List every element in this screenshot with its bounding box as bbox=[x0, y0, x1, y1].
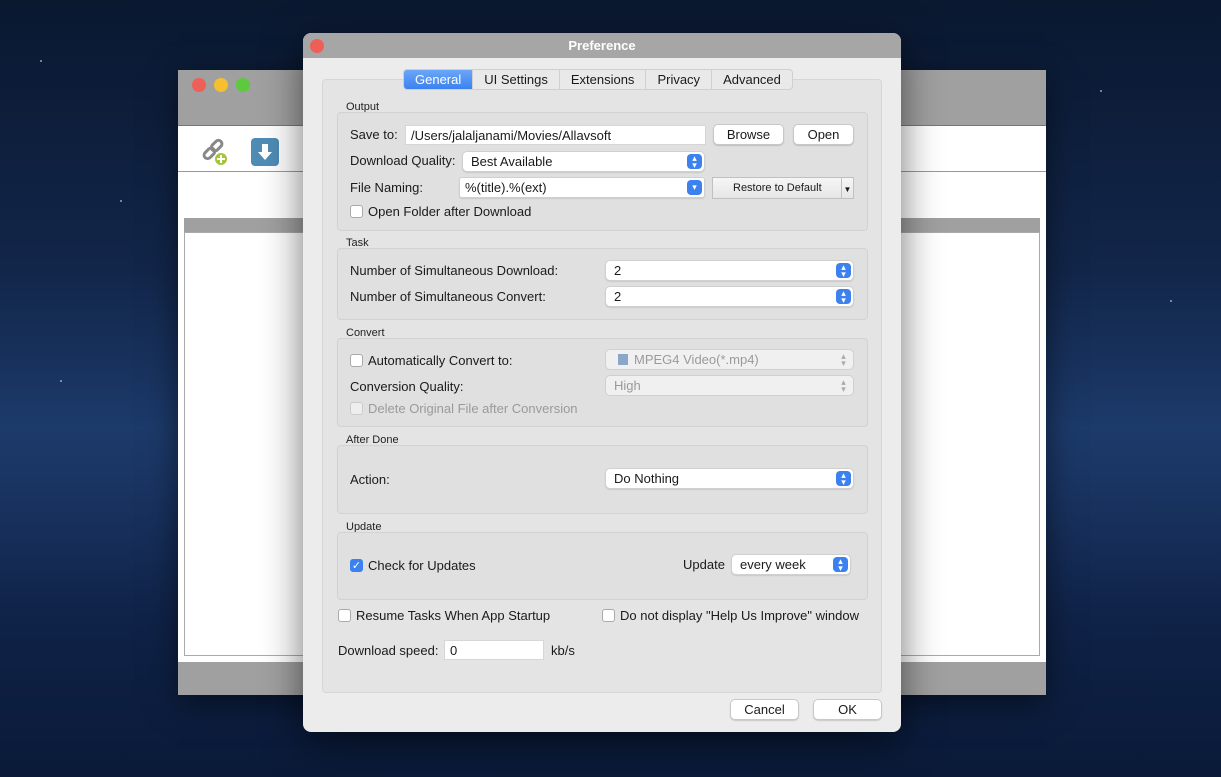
file-naming-combobox[interactable]: %(title).%(ext) ▾ bbox=[459, 177, 705, 198]
browse-button[interactable]: Browse bbox=[713, 124, 784, 145]
update-frequency-value: every week bbox=[740, 557, 806, 572]
sim-convert-label: Number of Simultaneous Convert: bbox=[350, 289, 546, 304]
check-updates-checkbox[interactable]: ✓ bbox=[350, 559, 363, 572]
tab-ui-settings[interactable]: UI Settings bbox=[473, 70, 560, 89]
restore-default-label: Restore to Default bbox=[733, 182, 822, 194]
star bbox=[120, 200, 122, 202]
conversion-quality-select[interactable]: High ▴ ▾ bbox=[605, 375, 854, 396]
dialog-title: Preference bbox=[303, 33, 901, 58]
download-icon[interactable] bbox=[251, 138, 279, 166]
updown-chevron-icon: ▴ ▾ bbox=[836, 289, 851, 305]
star bbox=[60, 380, 62, 382]
help-improve-checkbox[interactable] bbox=[602, 609, 615, 622]
open-folder-label: Open Folder after Download bbox=[368, 204, 532, 219]
sim-convert-select[interactable]: 2 ▴ ▾ bbox=[605, 286, 854, 307]
download-quality-label: Download Quality: bbox=[350, 153, 456, 168]
resume-tasks-label: Resume Tasks When App Startup bbox=[356, 608, 551, 623]
help-improve-row[interactable]: Do not display "Help Us Improve" window bbox=[602, 608, 859, 623]
update-frequency-label: Update bbox=[683, 557, 725, 572]
add-link-icon[interactable] bbox=[200, 138, 230, 166]
help-improve-label: Do not display "Help Us Improve" window bbox=[620, 608, 859, 623]
action-value: Do Nothing bbox=[614, 471, 680, 486]
updown-chevron-icon: ▴ ▾ bbox=[836, 471, 851, 487]
download-speed-label: Download speed: bbox=[338, 643, 439, 658]
close-dialog-button[interactable] bbox=[310, 39, 324, 53]
updown-chevron-icon: ▴ ▾ bbox=[836, 263, 851, 279]
convert-format-select[interactable]: MPEG4 Video(*.mp4) ▴ ▾ bbox=[605, 349, 854, 370]
star bbox=[1170, 300, 1172, 302]
tab-bar: General UI Settings Extensions Privacy A… bbox=[403, 69, 793, 90]
save-to-input[interactable]: /Users/jalaljanami/Movies/Allavsoft bbox=[405, 125, 706, 145]
conversion-quality-value: High bbox=[614, 378, 641, 393]
download-speed-input[interactable]: 0 bbox=[444, 640, 544, 660]
video-file-icon bbox=[618, 354, 628, 365]
updown-chevron-icon: ▴ ▾ bbox=[833, 557, 848, 573]
file-naming-value: %(title).%(ext) bbox=[465, 180, 547, 195]
tab-privacy[interactable]: Privacy bbox=[646, 70, 713, 89]
tab-advanced[interactable]: Advanced bbox=[712, 70, 792, 89]
convert-format-value: MPEG4 Video(*.mp4) bbox=[634, 352, 759, 367]
restore-default-button[interactable]: Restore to Default ▼ bbox=[712, 177, 854, 199]
download-quality-select[interactable]: Best Available ▴ ▾ bbox=[462, 151, 705, 172]
preference-dialog: Preference General UI Settings Extension… bbox=[303, 33, 901, 732]
task-group bbox=[337, 248, 868, 320]
open-button[interactable]: Open bbox=[793, 124, 854, 145]
sim-convert-value: 2 bbox=[614, 289, 622, 304]
file-naming-label: File Naming: bbox=[350, 180, 423, 195]
conversion-quality-label: Conversion Quality: bbox=[350, 379, 464, 394]
auto-convert-checkbox[interactable] bbox=[350, 354, 363, 367]
updown-chevron-icon: ▴ ▾ bbox=[687, 154, 702, 170]
action-label: Action: bbox=[350, 472, 390, 487]
open-folder-checkbox-row[interactable]: Open Folder after Download bbox=[350, 204, 531, 219]
cancel-button[interactable]: Cancel bbox=[730, 699, 799, 720]
download-quality-value: Best Available bbox=[471, 154, 553, 169]
auto-convert-label: Automatically Convert to: bbox=[368, 353, 513, 368]
delete-original-checkbox[interactable] bbox=[350, 402, 363, 415]
chevron-down-icon: ▾ bbox=[687, 180, 702, 195]
resume-tasks-checkbox[interactable] bbox=[338, 609, 351, 622]
check-updates-label: Check for Updates bbox=[368, 558, 476, 573]
tab-general[interactable]: General bbox=[404, 70, 474, 89]
dropdown-arrow-icon[interactable]: ▼ bbox=[841, 178, 853, 198]
resume-tasks-row[interactable]: Resume Tasks When App Startup bbox=[338, 608, 550, 623]
update-frequency-select[interactable]: every week ▴ ▾ bbox=[731, 554, 851, 575]
zoom-window-button[interactable] bbox=[236, 78, 250, 92]
save-to-label: Save to: bbox=[350, 127, 398, 142]
tab-extensions[interactable]: Extensions bbox=[560, 70, 647, 89]
close-window-button[interactable] bbox=[192, 78, 206, 92]
delete-original-row[interactable]: Delete Original File after Conversion bbox=[350, 401, 578, 416]
updown-chevron-icon: ▴ ▾ bbox=[841, 377, 846, 394]
ok-button[interactable]: OK bbox=[813, 699, 882, 720]
speed-unit-label: kb/s bbox=[551, 643, 575, 658]
star bbox=[1100, 90, 1102, 92]
sim-download-select[interactable]: 2 ▴ ▾ bbox=[605, 260, 854, 281]
check-updates-row[interactable]: ✓ Check for Updates bbox=[350, 558, 476, 573]
action-select[interactable]: Do Nothing ▴ ▾ bbox=[605, 468, 854, 489]
updown-chevron-icon: ▴ ▾ bbox=[841, 351, 846, 368]
auto-convert-row[interactable]: Automatically Convert to: bbox=[350, 353, 513, 368]
star bbox=[40, 60, 42, 62]
delete-original-label: Delete Original File after Conversion bbox=[368, 401, 578, 416]
sim-download-value: 2 bbox=[614, 263, 622, 278]
minimize-window-button[interactable] bbox=[214, 78, 228, 92]
sim-download-label: Number of Simultaneous Download: bbox=[350, 263, 559, 278]
open-folder-checkbox[interactable] bbox=[350, 205, 363, 218]
